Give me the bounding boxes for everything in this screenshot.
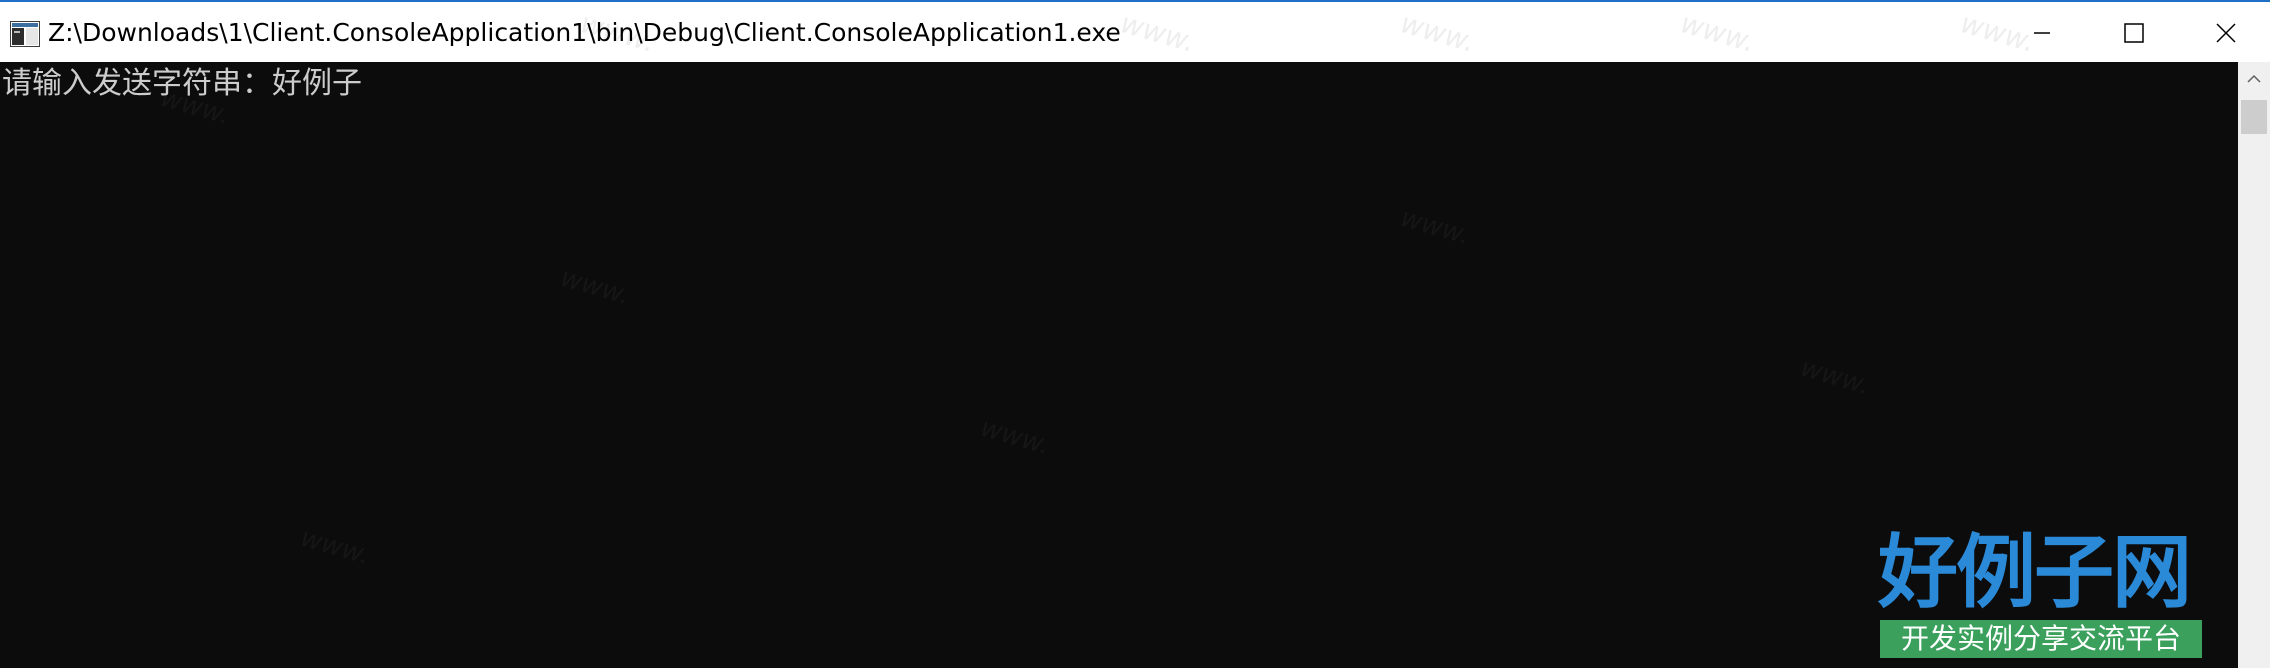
console-line: 请输入发送字符串：好例子	[2, 64, 362, 104]
logo-title: 好例子网	[1878, 525, 2192, 619]
console-input: 好例子	[272, 66, 362, 101]
minimize-button[interactable]	[1996, 4, 2088, 62]
maximize-icon	[2124, 23, 2144, 43]
site-logo-watermark: 好例子网 开发实例分享交流平台	[1878, 528, 2204, 668]
scroll-thumb[interactable]	[2241, 100, 2267, 134]
title-bar[interactable]: www. www. www. www. www. Z:\Downloads\1\…	[0, 4, 2270, 62]
minimize-icon	[2034, 32, 2050, 34]
watermark-text: www.	[297, 522, 374, 572]
watermark-text: www.	[977, 412, 1054, 462]
console-prompt: 请输入发送字符串：	[2, 66, 272, 101]
vertical-scrollbar[interactable]	[2238, 62, 2270, 668]
console-app-icon[interactable]	[10, 21, 40, 47]
logo-subtitle: 开发实例分享交流平台	[1880, 620, 2202, 658]
close-button[interactable]	[2180, 4, 2270, 62]
window-title: Z:\Downloads\1\Client.ConsoleApplication…	[48, 18, 1121, 47]
maximize-button[interactable]	[2088, 4, 2180, 62]
watermark-text: www.	[1116, 6, 1199, 59]
close-icon	[2216, 23, 2236, 43]
watermark-text: www.	[1797, 352, 1874, 402]
watermark-text: www.	[557, 262, 634, 312]
watermark-text: www.	[1676, 6, 1759, 59]
console-window: www. www. www. www. www. Z:\Downloads\1\…	[0, 0, 2270, 668]
scroll-up-button[interactable]	[2238, 62, 2270, 96]
watermark-text: www.	[1397, 202, 1474, 252]
scroll-up-arrow-icon	[2247, 74, 2261, 83]
watermark-text: www.	[1396, 6, 1479, 59]
